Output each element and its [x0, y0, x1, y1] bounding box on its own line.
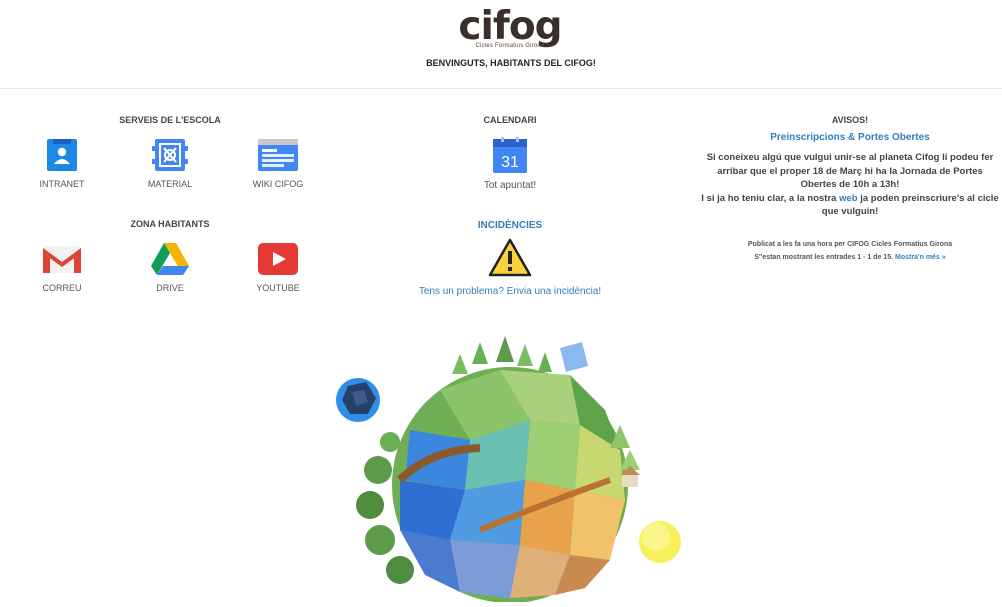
gmail-icon: [42, 239, 82, 279]
published-info: Publicat a les fa una hora per CIFOG Cic…: [747, 241, 953, 248]
material-icon: [150, 135, 190, 175]
zona-title: ZONA HABITANTS: [130, 219, 210, 229]
show-more-link[interactable]: Mostra'n més »: [895, 254, 946, 261]
entries-info: S''estan mostrant les entrades 1 - 1 de …: [710, 251, 990, 264]
intranet-label: INTRANET: [39, 179, 85, 189]
drive-link[interactable]: DRIVE: [125, 239, 215, 293]
intranet-icon: [42, 135, 82, 175]
header: cifog Cicles Formatius Girona BENVINGUTS…: [0, 0, 1002, 89]
serveis-title: SERVEIS DE L'ESCOLA: [119, 115, 221, 125]
logo-subtitle: Cicles Formatius Girona: [475, 43, 545, 49]
avisos-meta: Publicat a les fa una hora per CIFOG Cic…: [710, 238, 990, 264]
calendari-text: Tot apuntat!: [483, 180, 537, 191]
wiki-link[interactable]: WIKI CIFOG: [233, 135, 323, 189]
welcome-title: BENVINGUTS, HABITANTS DEL CIFOG!: [426, 58, 596, 68]
material-label: MATERIAL: [147, 179, 193, 189]
youtube-icon: [258, 239, 298, 279]
youtube-label: YOUTUBE: [256, 283, 300, 293]
avisos-paragraph-1: Si coneixeu algú que vulgui unir-se al p…: [706, 152, 994, 190]
avisos-title: AVISOS!: [831, 115, 869, 125]
material-link[interactable]: MATERIAL: [125, 135, 215, 189]
warning-icon[interactable]: [488, 238, 532, 278]
web-link[interactable]: web: [839, 193, 857, 204]
avisos-paragraph-2-pre: I si ja ho teniu clar, a la nostra: [701, 192, 840, 204]
intranet-link[interactable]: INTRANET: [17, 135, 107, 189]
wiki-icon: [258, 135, 298, 175]
correu-link[interactable]: CORREU: [17, 239, 107, 293]
youtube-link[interactable]: YOUTUBE: [233, 239, 323, 293]
calendari-title: CALENDARI: [483, 115, 537, 125]
avisos-paragraph-2: I si ja ho teniu clar, a la nostra web j…: [700, 192, 1000, 219]
correu-label: CORREU: [42, 283, 82, 293]
wiki-label: WIKI CIFOG: [252, 179, 304, 189]
drive-icon: [150, 239, 190, 279]
calendar-day: 31: [501, 154, 519, 171]
calendar-icon[interactable]: 31: [490, 136, 530, 176]
cifog-logo[interactable]: cifog Cicles Formatius Girona: [458, 4, 562, 54]
drive-label: DRIVE: [156, 283, 184, 293]
avisos-subtitle[interactable]: Preinscripcions & Portes Obertes: [740, 132, 960, 143]
planet-illustration: [330, 330, 690, 603]
avisos-body: Si coneixeu algú que vulgui unir-se al p…: [700, 151, 1000, 219]
entries-count: S''estan mostrant les entrades 1 - 1 de …: [754, 254, 894, 261]
incidencies-title[interactable]: INCIDÈNCIES: [440, 220, 580, 231]
incidencies-link[interactable]: Tens un problema? Envia una incidència!: [390, 286, 630, 297]
